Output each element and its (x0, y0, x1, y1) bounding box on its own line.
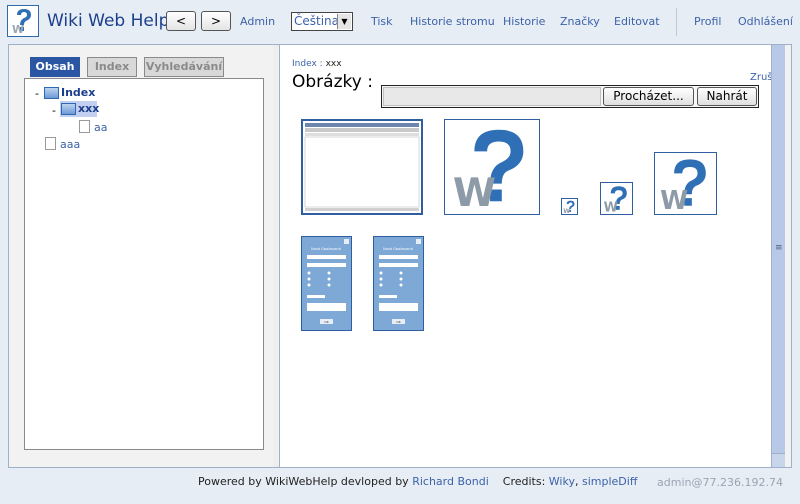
upload-button[interactable]: Nahrát (697, 87, 757, 106)
svg-text:W: W (604, 200, 618, 214)
dialog-screenshot-preview: Nová Opakovaná OK (374, 237, 423, 330)
dialog-title: Nová Opakovaná (311, 247, 341, 251)
scrollbar-thumb[interactable]: ≡ (772, 45, 785, 454)
tags-link[interactable]: Značky (560, 15, 600, 28)
svg-text:W: W (660, 185, 688, 214)
content-panel: Index : xxx Obrázky : Zrušit Procházet..… (279, 45, 785, 467)
tree-node-index[interactable]: Index (61, 86, 95, 99)
folder-icon (44, 87, 59, 99)
credit-link-simplediff[interactable]: simpleDiff (582, 475, 637, 488)
powered-by-text: Powered by WikiWebHelp devloped by (198, 475, 409, 488)
folder-icon (61, 103, 76, 115)
breadcrumb-current: xxx (325, 59, 342, 69)
author-link[interactable]: Richard Bondi (412, 475, 489, 488)
top-bar: W Wiki Web Help < > Admin Čeština ▼ Tisk… (0, 0, 800, 44)
left-panel: Obsah Index Vyhledávání - Index - xxx aa… (17, 45, 272, 467)
footer-credits: Powered by WikiWebHelp devloped by Richa… (198, 475, 637, 488)
image-thumbnail-dialog-1[interactable]: Nová Opakovaná OK (301, 236, 352, 331)
image-thumbnail-logo-large[interactable]: W (444, 119, 540, 215)
panel-splitter[interactable] (273, 45, 278, 467)
image-thumbnail-logo-small[interactable]: W (600, 182, 633, 215)
upload-form: Procházet... Nahrát (381, 85, 759, 108)
page-title: Obrázky : (292, 72, 373, 92)
browser-screenshot-preview (303, 121, 421, 213)
image-thumbnail-logo-medium[interactable]: W (654, 152, 717, 215)
content-scrollbar[interactable]: ≡ (771, 45, 785, 467)
document-icon (45, 137, 56, 150)
footer: Powered by WikiWebHelp devloped by Richa… (0, 468, 800, 504)
tab-index[interactable]: Index (87, 57, 137, 77)
breadcrumb: Index : xxx (292, 59, 342, 69)
profile-link[interactable]: Profil (694, 15, 721, 28)
svg-text:W: W (563, 208, 570, 214)
history-link[interactable]: Historie (503, 15, 545, 28)
app-title: Wiki Web Help (47, 11, 170, 31)
question-mark-icon: W (563, 200, 575, 214)
credit-separator: , (574, 475, 579, 488)
tab-search[interactable]: Vyhledávání (144, 57, 224, 77)
contents-tree: - Index - xxx aa aaa (24, 78, 264, 450)
tree-node-xxx[interactable]: xxx (78, 102, 99, 115)
select-arrow-icon[interactable]: ▼ (337, 14, 351, 29)
tab-contents[interactable]: Obsah (30, 57, 80, 77)
logout-link[interactable]: Odhlášení (738, 15, 793, 28)
credit-link-wiky[interactable]: Wiky (549, 475, 575, 488)
edit-link[interactable]: Editovat (614, 15, 660, 28)
collapse-toggle[interactable]: - (35, 87, 39, 100)
file-path-field[interactable] (383, 87, 601, 106)
credits-label: Credits: (502, 475, 546, 488)
scrollbar-grip-icon: ≡ (775, 243, 783, 253)
svg-text:W: W (453, 171, 496, 214)
forward-button[interactable]: > (201, 11, 231, 31)
tree-history-link[interactable]: Historie stromu (410, 15, 495, 28)
dialog-screenshot-preview: Nová Opakovaná OK (302, 237, 351, 330)
document-icon (79, 120, 90, 133)
main-frame: Obsah Index Vyhledávání - Index - xxx aa… (8, 44, 792, 468)
image-thumbnail-dialog-2[interactable]: Nová Opakovaná OK (373, 236, 424, 331)
collapse-toggle[interactable]: - (52, 104, 56, 117)
breadcrumb-separator: : (319, 59, 323, 69)
back-button[interactable]: < (166, 11, 196, 31)
question-mark-icon: W (660, 159, 706, 214)
question-mark-icon: W (453, 129, 524, 214)
language-value: Čeština (294, 14, 340, 28)
tree-node-aaa[interactable]: aaa (60, 138, 80, 151)
tree-node-aa[interactable]: aa (94, 121, 107, 134)
wiki-help-logo-icon: W (7, 5, 39, 37)
dialog-title: Nová Opakovaná (383, 247, 413, 251)
question-mark-icon: W (604, 186, 627, 214)
image-thumbnail-logo-tiny[interactable]: W (561, 198, 578, 215)
svg-text:W: W (12, 23, 24, 36)
image-thumbnail-screenshot[interactable] (301, 119, 423, 215)
browse-button[interactable]: Procházet... (603, 87, 694, 106)
breadcrumb-link-index[interactable]: Index (292, 59, 317, 69)
admin-link[interactable]: Admin (240, 15, 275, 28)
user-info: admin@77.236.192.74 (657, 476, 783, 489)
print-link[interactable]: Tisk (371, 15, 393, 28)
language-select[interactable]: Čeština ▼ (291, 12, 353, 31)
header-divider (676, 8, 677, 36)
